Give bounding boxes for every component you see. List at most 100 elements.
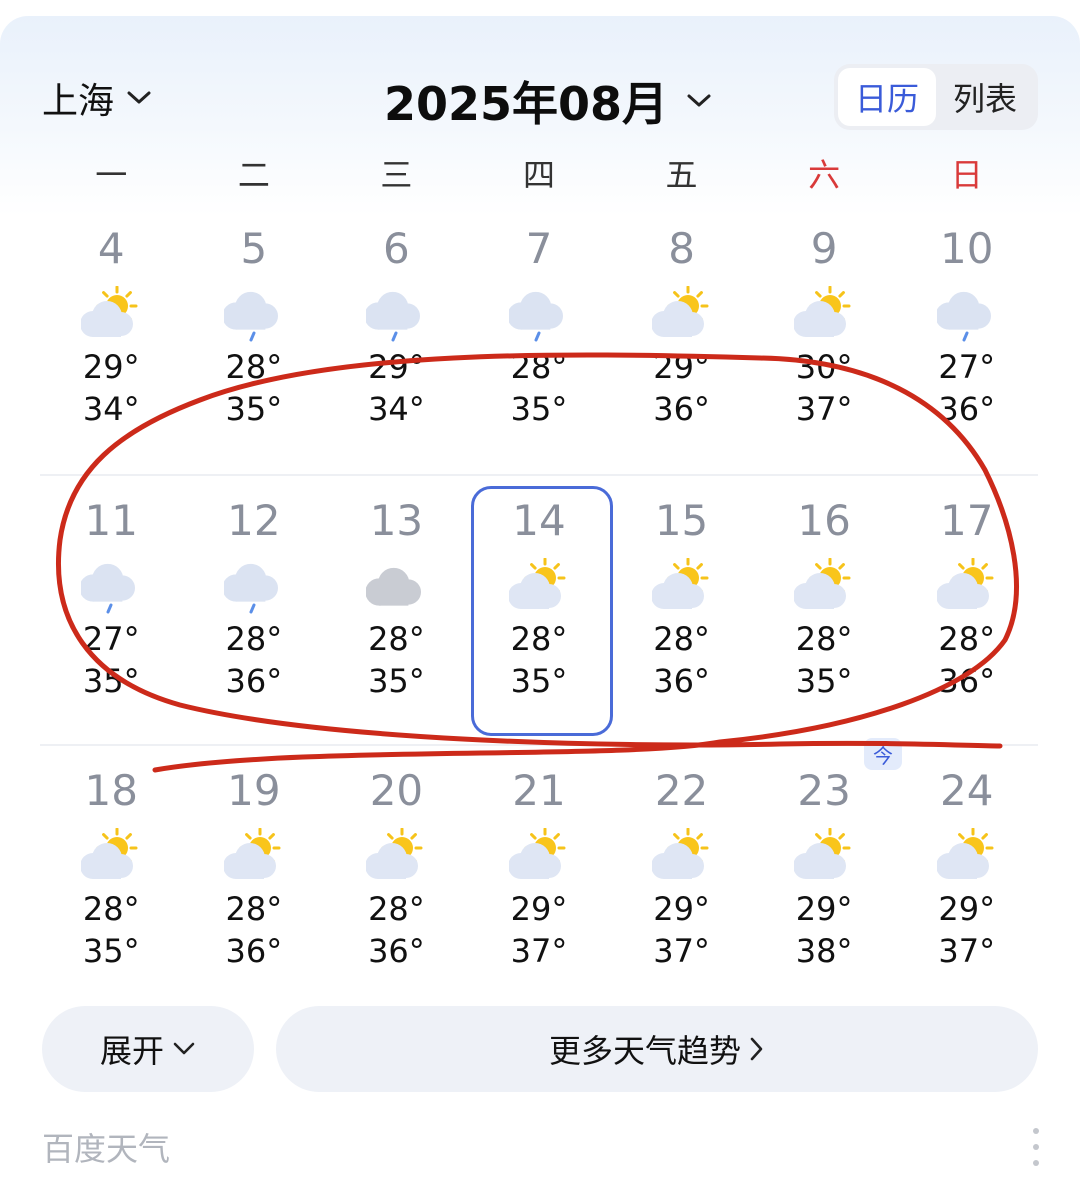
weekday-label: 四 [522, 156, 555, 194]
day-number: 6 [383, 224, 410, 273]
day-number: 11 [84, 496, 138, 545]
day-cell[interactable]: 8 29° 36° [610, 204, 753, 474]
high-temp: 36° [225, 932, 283, 970]
weekday-label: 五 [665, 156, 698, 194]
day-cell[interactable]: 7 28° 35° [468, 204, 611, 474]
low-temp: 29° [653, 890, 710, 928]
high-temp: 36° [225, 662, 283, 700]
day-number: 17 [939, 496, 994, 545]
low-temp: 28° [938, 620, 996, 658]
low-temp: 28° [653, 620, 710, 658]
cloudy-icon [366, 567, 422, 606]
low-temp: 30° [795, 348, 853, 386]
high-temp: 35° [368, 662, 425, 700]
day-cell[interactable]: 6 29° 34° [325, 204, 468, 474]
high-temp: 35° [795, 662, 853, 700]
light-rain-icon [508, 291, 563, 342]
day-cell[interactable]: 22 29° 37° [610, 746, 753, 1014]
partly-sunny-icon [366, 828, 423, 879]
high-temp: 37° [653, 932, 710, 970]
low-temp: 28° [368, 620, 425, 658]
expand-label: 展开 [99, 1032, 164, 1070]
day-number: 19 [227, 766, 281, 815]
weather-calendar-card: 上海 2025年08月 日历 列表 一 二 三 四 五 六 日 4 29° 34° 5 28° 35°… [0, 16, 1080, 1192]
day-number: 4 [97, 224, 125, 273]
low-temp: 27° [938, 348, 996, 386]
day-cell[interactable]: 17 28° 36° [895, 476, 1038, 744]
low-temp: 28° [510, 348, 568, 386]
day-cell[interactable]: 5 28° 35° [183, 204, 326, 474]
day-cell[interactable]: 10 27° 36° [895, 204, 1038, 474]
partly-sunny-icon [508, 828, 566, 879]
more-options-icon[interactable] [1026, 1122, 1046, 1172]
low-temp: 28° [225, 620, 283, 658]
month-selector[interactable]: 2025年08月 [384, 68, 712, 134]
chevron-down-icon [687, 94, 711, 107]
low-temp: 28° [368, 890, 425, 928]
day-number: 21 [512, 766, 566, 815]
day-number: 8 [668, 224, 695, 273]
partly-sunny-icon [936, 558, 994, 609]
low-temp: 28° [795, 620, 853, 658]
day-number: 14 [512, 496, 566, 545]
expand-button[interactable]: 展开 [42, 1006, 254, 1092]
partly-sunny-icon [651, 286, 709, 337]
light-rain-icon [81, 563, 136, 614]
chevron-down-icon [127, 91, 151, 104]
low-temp: 28° [225, 890, 283, 928]
chevron-down-icon [173, 1042, 195, 1055]
day-cell[interactable]: 13 28° 35° [325, 476, 468, 744]
day-cell[interactable]: 9 30° 37° [753, 204, 896, 474]
day-cell[interactable]: 23 29° 38° [753, 746, 896, 1014]
day-cell[interactable]: 12 28° 36° [183, 476, 326, 744]
city-label: 上海 [42, 81, 115, 122]
day-cell[interactable]: 11 27° 35° [40, 476, 183, 744]
day-cell[interactable]: 24 29° 37° [895, 746, 1038, 1014]
high-temp: 35° [510, 662, 568, 700]
partly-sunny-icon [651, 828, 709, 879]
high-temp: 35° [225, 390, 283, 428]
day-cell[interactable]: 20 28° 36° [325, 746, 468, 1014]
partly-sunny-icon [794, 558, 851, 609]
partly-sunny-icon [81, 828, 138, 879]
low-temp: 29° [368, 348, 425, 386]
partly-sunny-icon [223, 828, 281, 879]
high-temp: 37° [938, 932, 996, 970]
low-temp: 28° [225, 348, 283, 386]
day-number: 18 [84, 766, 138, 815]
weekday-label: 六 [808, 156, 841, 194]
low-temp: 29° [795, 890, 853, 928]
high-temp: 35° [82, 662, 140, 700]
day-number: 13 [369, 496, 424, 545]
day-cell[interactable]: 19 28° 36° [183, 746, 326, 1014]
city-selector[interactable]: 上海 [42, 72, 152, 124]
day-cell-selected[interactable]: 14 28° 35° [468, 476, 613, 744]
calendar-grid: 4 29° 34° 5 28° 35° 6 29° 34° 7 28° 35° 8 29° 36° 9 30° 3… [40, 204, 1038, 1014]
partly-sunny-icon [651, 558, 709, 609]
day-cell[interactable]: 21 29° 37° [468, 746, 611, 1014]
today-tag: 今 [864, 738, 902, 770]
toggle-list[interactable]: 列表 [936, 68, 1034, 126]
partly-sunny-icon [794, 828, 851, 879]
day-cell[interactable]: 18 28° 35° [40, 746, 183, 1014]
week-row: 4 29° 34° 5 28° 35° 6 29° 34° 7 28° 35° 8 29° 36° 9 30° 3… [40, 204, 1038, 474]
low-temp: 29° [653, 348, 710, 386]
toggle-calendar[interactable]: 日历 [838, 68, 936, 126]
chevron-right-icon [750, 1037, 763, 1061]
week-row: 18 28° 35° 19 28° 36° 20 28° 36° 21 29° 37° 22 29° 37°… [40, 744, 1038, 1014]
day-cell[interactable]: 4 29° 34° [40, 204, 183, 474]
month-label: 2025年08月 [384, 77, 669, 131]
high-temp: 35° [82, 932, 140, 970]
high-temp: 36° [938, 390, 996, 428]
more-weather-trend-button[interactable]: 更多天气趋势 [276, 1006, 1038, 1092]
day-number: 23 [797, 766, 851, 815]
partly-sunny-icon [508, 558, 566, 609]
day-cell[interactable]: 16 28° 35° [753, 476, 896, 744]
low-temp: 28° [82, 890, 140, 928]
light-rain-icon [223, 291, 278, 342]
light-rain-icon [936, 291, 991, 342]
day-number: 24 [939, 766, 994, 815]
weekday-label: 二 [237, 156, 270, 194]
low-temp: 27° [82, 620, 140, 658]
day-cell[interactable]: 15 28° 36° [610, 476, 753, 744]
